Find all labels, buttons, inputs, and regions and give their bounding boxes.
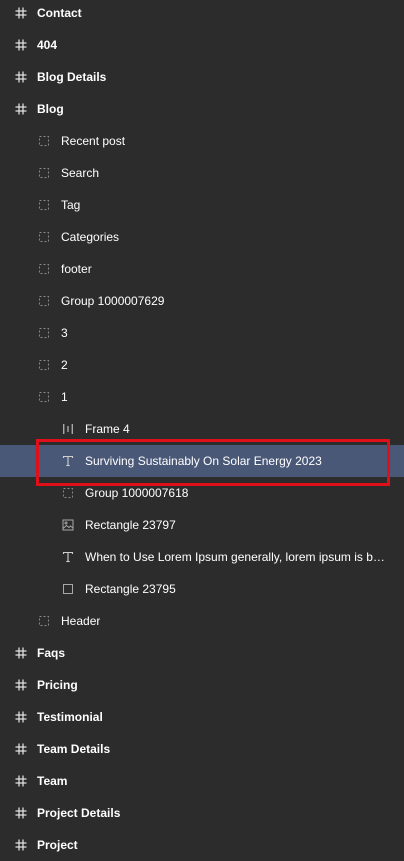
dashed-group-icon [37,326,51,340]
layer-row-blog-details[interactable]: Blog Details [0,61,404,93]
layer-row-project[interactable]: Project [0,829,404,861]
layer-label: Faqs [37,646,66,660]
dashed-group-icon [37,198,51,212]
layer-label: 404 [37,38,58,52]
layer-row-search[interactable]: Search [0,157,404,189]
layer-label: Testimonial [37,710,103,724]
layer-label: Frame 4 [85,422,130,436]
layer-row-when-to-use-lorem-ipsum-generally-lorem-ipsum-is-best-suited[interactable]: When to Use Lorem Ipsum generally, lorem… [0,541,404,573]
layer-label: Categories [61,230,120,244]
dashed-group-icon [37,230,51,244]
dashed-group-icon [37,358,51,372]
dashed-group-icon [37,166,51,180]
dashed-group-icon [37,262,51,276]
layer-label: Recent post [61,134,126,148]
hash-frame-icon [14,38,28,52]
layer-label: Tag [61,198,81,212]
hash-frame-icon [14,806,28,820]
layer-label: Blog Details [37,70,107,84]
text-icon [61,550,75,564]
image-icon [61,518,75,532]
layer-row-frame-4[interactable]: Frame 4 [0,413,404,445]
layer-row-pricing[interactable]: Pricing [0,669,404,701]
hash-frame-icon [14,838,28,852]
layer-row-categories[interactable]: Categories [0,221,404,253]
layer-row-2[interactable]: 2 [0,349,404,381]
dashed-group-icon [61,486,75,500]
layer-label: Blog [37,102,64,116]
layer-row-surviving-sustainably-on-solar-energy-2023[interactable]: Surviving Sustainably On Solar Energy 20… [0,445,404,477]
layer-row-rectangle-23797[interactable]: Rectangle 23797 [0,509,404,541]
hash-frame-icon [14,102,28,116]
layer-row-404[interactable]: 404 [0,29,404,61]
layer-row-group-1000007618[interactable]: Group 1000007618 [0,477,404,509]
layer-label: Search [61,166,100,180]
layer-row-rectangle-23795[interactable]: Rectangle 23795 [0,573,404,605]
layer-row-header[interactable]: Header [0,605,404,637]
hash-frame-icon [14,710,28,724]
layer-row-team-details[interactable]: Team Details [0,733,404,765]
layer-row-tag[interactable]: Tag [0,189,404,221]
dashed-group-icon [37,294,51,308]
layer-label: 3 [61,326,68,340]
layer-label: When to Use Lorem Ipsum generally, lorem… [85,550,391,564]
layer-row-1[interactable]: 1 [0,381,404,413]
layer-row-team[interactable]: Team [0,765,404,797]
hash-frame-icon [14,6,28,20]
layer-label: 1 [61,390,68,404]
dashed-group-icon [37,134,51,148]
layer-label: footer [61,262,92,276]
layer-label: Header [61,614,101,628]
layer-label: Group 1000007618 [85,486,189,500]
layer-label: Contact [37,6,82,20]
layer-row-contact[interactable]: Contact [0,0,404,29]
hash-frame-icon [14,70,28,84]
rectangle-icon [61,582,75,596]
hash-frame-icon [14,646,28,660]
layer-label: 2 [61,358,68,372]
layer-label: Pricing [37,678,78,692]
layer-row-group-1000007629[interactable]: Group 1000007629 [0,285,404,317]
layer-row-footer[interactable]: footer [0,253,404,285]
layer-row-3[interactable]: 3 [0,317,404,349]
layer-row-blog[interactable]: Blog [0,93,404,125]
layer-label: Team [37,774,68,788]
hash-frame-icon [14,742,28,756]
hash-frame-icon [14,678,28,692]
layer-label: Project Details [37,806,121,820]
layer-row-project-details[interactable]: Project Details [0,797,404,829]
layer-label: Rectangle 23795 [85,582,176,596]
layer-label: Rectangle 23797 [85,518,176,532]
text-icon [61,454,75,468]
hash-frame-icon [14,774,28,788]
layer-label: Team Details [37,742,111,756]
layer-label: Surviving Sustainably On Solar Energy 20… [85,454,322,468]
dashed-group-icon [37,390,51,404]
layers-panel: Contact 404 Blog Details Blog Recent post Sea… [0,0,404,861]
layer-label: Project [37,838,78,852]
layer-row-recent-post[interactable]: Recent post [0,125,404,157]
layer-row-faqs[interactable]: Faqs [0,637,404,669]
auto-layout-icon [61,422,75,436]
layer-row-testimonial[interactable]: Testimonial [0,701,404,733]
layer-label: Group 1000007629 [61,294,165,308]
dashed-group-icon [37,614,51,628]
